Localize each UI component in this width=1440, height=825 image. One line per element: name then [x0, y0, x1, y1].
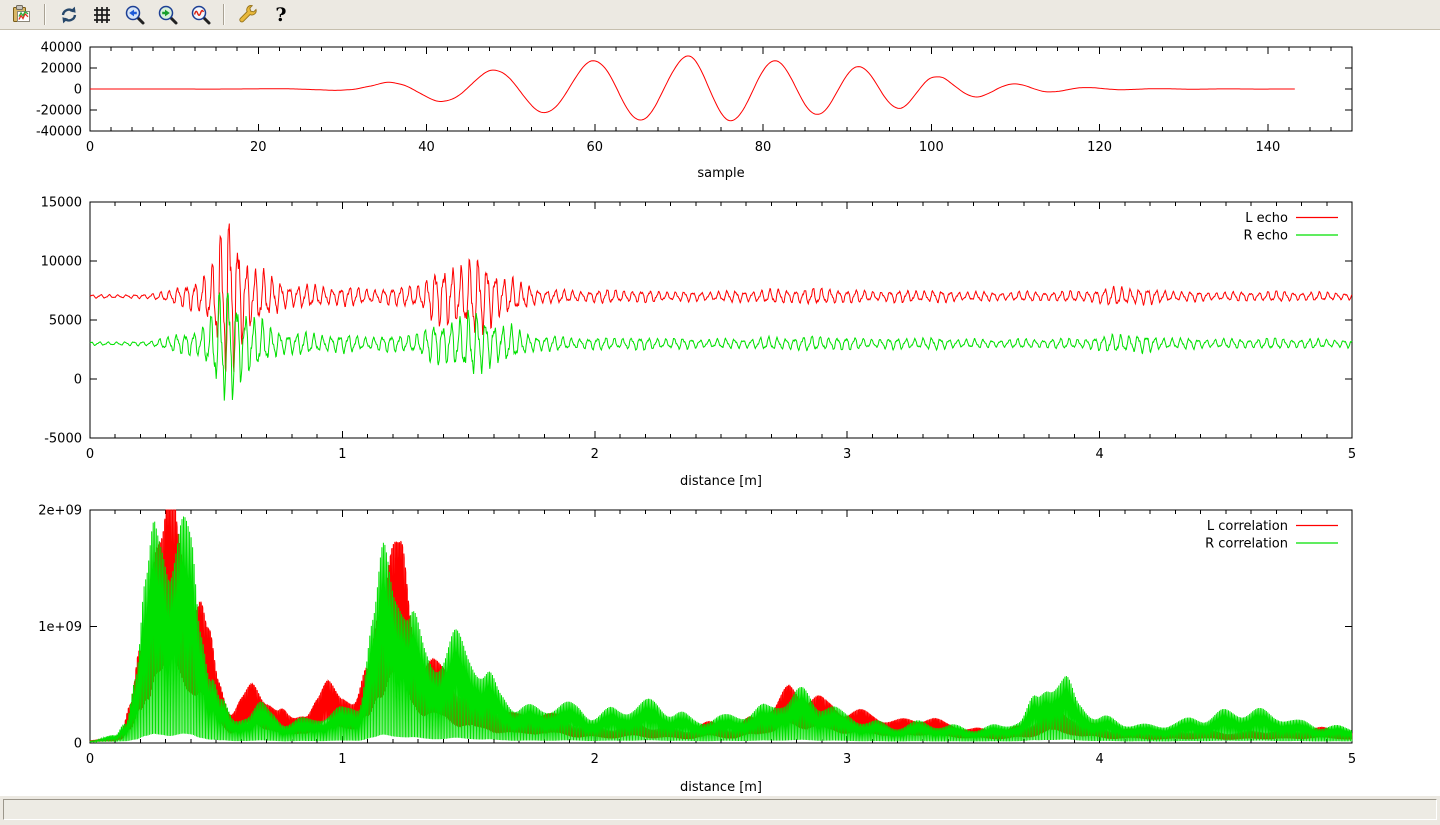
series-line-l-echo: [90, 224, 1352, 373]
copy-to-clipboard-icon: [11, 4, 33, 26]
x-tick-label: 3: [843, 752, 851, 767]
zoom-next-icon: [157, 4, 179, 26]
autoscale-icon: [190, 4, 212, 26]
series-line-r-correlation: [90, 517, 1352, 742]
x-tick-label: 4: [1095, 447, 1103, 462]
y-tick-label: 5000: [49, 314, 82, 329]
x-tick-label: 2: [591, 752, 599, 767]
legend-label: L echo: [1245, 211, 1288, 226]
x-tick-label: 5: [1348, 752, 1356, 767]
x-tick-label: 2: [591, 447, 599, 462]
chart-3: 0 1 2 3 4 5 0 1e+09 2e+09 distance [m] L correlati…: [38, 504, 1356, 796]
copy-to-clipboard-button[interactable]: [7, 1, 36, 29]
toolbar-separator: [44, 4, 46, 25]
zoom-previous-icon: [124, 4, 146, 26]
legend-label: R echo: [1243, 229, 1288, 244]
x-tick-label: 60: [587, 140, 604, 155]
toolbar-separator: [223, 4, 225, 25]
plots-svg[interactable]: 020406080100120140-40000-200000200004000…: [0, 31, 1440, 796]
x-tick-label: 100: [919, 140, 944, 155]
x-tick-label: 140: [1255, 140, 1280, 155]
y-tick-label: -40000: [36, 125, 82, 140]
plot-border: [90, 510, 1352, 743]
legend-label: R correlation: [1205, 537, 1288, 552]
toolbar: ?: [0, 0, 1440, 30]
legend-label: L correlation: [1207, 519, 1288, 534]
help-icon: ?: [270, 4, 292, 26]
x-tick-label: 1: [338, 447, 346, 462]
help-button[interactable]: ?: [266, 1, 295, 29]
zoom-previous-button[interactable]: [120, 1, 149, 29]
x-tick-label: 40: [418, 140, 435, 155]
autoscale-button[interactable]: [186, 1, 215, 29]
chart-2: 0 1 2 3 4 5 -5000 0 5000 10000 15000 distance [m] L …: [41, 196, 1357, 490]
axes: [90, 510, 1352, 743]
y-tick-label: -20000: [36, 104, 82, 119]
x-axis-title: distance [m]: [680, 780, 762, 795]
y-tick-label: 15000: [41, 196, 82, 211]
y-tick-label: 0: [74, 737, 82, 752]
zoom-next-button[interactable]: [153, 1, 182, 29]
x-tick-label: 20: [250, 140, 267, 155]
status-text-field: [3, 799, 1437, 820]
configure-icon: [237, 4, 259, 26]
x-tick-label: 0: [86, 752, 94, 767]
gnuplot-window: ? 020406080100120140-40000-2000002000040…: [0, 0, 1440, 825]
y-tick-label: 40000: [41, 41, 82, 56]
series-line-1: [90, 56, 1295, 121]
x-axis-title: sample: [697, 166, 744, 181]
legend: L correlation R correlation: [1205, 519, 1338, 552]
replot-icon: [58, 4, 80, 26]
legend: L echo R echo: [1243, 211, 1338, 244]
chart-1: 0 20 40 60 80 100 120 140 -40000 -20000 0 20000 4000…: [36, 41, 1352, 182]
svg-text:?: ?: [275, 4, 286, 26]
plot-canvas[interactable]: 020406080100120140-40000-200000200004000…: [0, 31, 1440, 796]
y-tick-label: 20000: [41, 62, 82, 77]
status-bar: [0, 796, 1440, 825]
x-tick-label: 0: [86, 447, 94, 462]
y-tick-label: -5000: [44, 432, 82, 447]
x-tick-label: 80: [755, 140, 772, 155]
x-tick-label: 4: [1095, 752, 1103, 767]
series-line-l-correlation: [90, 510, 1352, 741]
y-tick-label: 2e+09: [38, 504, 82, 519]
grid-button[interactable]: [87, 1, 116, 29]
x-tick-label: 5: [1348, 447, 1356, 462]
axes: [90, 202, 1352, 438]
configure-button[interactable]: [233, 1, 262, 29]
y-tick-label: 10000: [41, 255, 82, 270]
x-tick-label: 3: [843, 447, 851, 462]
x-axis-title: distance [m]: [680, 474, 762, 489]
x-tick-label: 0: [86, 140, 94, 155]
y-tick-label: 0: [74, 373, 82, 388]
plot-border: [90, 202, 1352, 438]
x-tick-label: 120: [1087, 140, 1112, 155]
series-line-r-echo: [90, 293, 1352, 401]
y-tick-label: 1e+09: [38, 620, 82, 635]
x-tick-label: 1: [338, 752, 346, 767]
replot-button[interactable]: [54, 1, 83, 29]
y-tick-label: 0: [74, 83, 82, 98]
grid-icon: [91, 4, 113, 26]
